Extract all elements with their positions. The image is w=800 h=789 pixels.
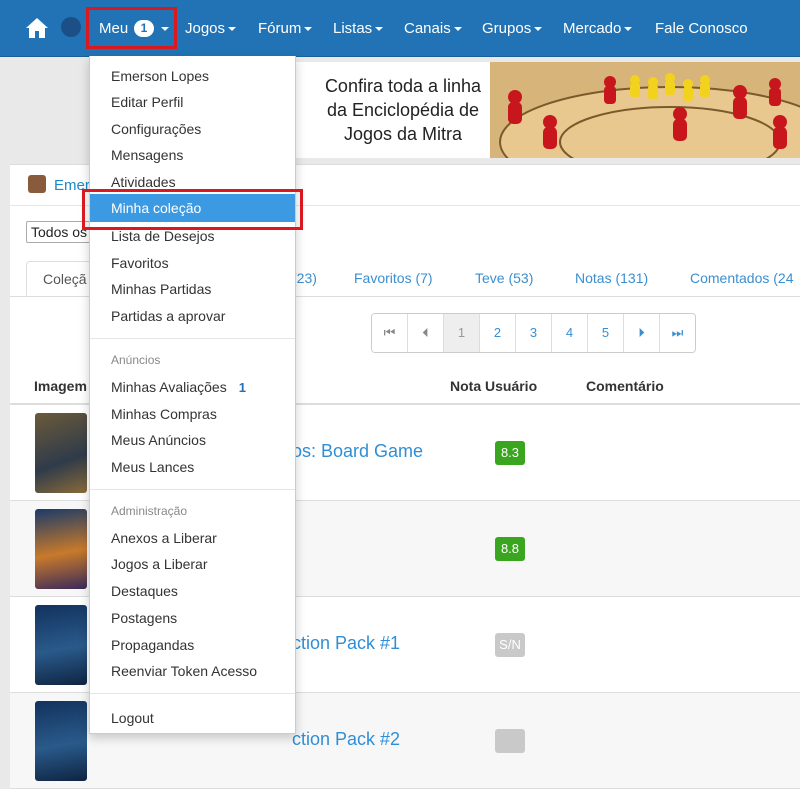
menu-item-logout[interactable]: Logout bbox=[111, 710, 154, 726]
nav-menu-meu[interactable]: Meu 1 bbox=[86, 7, 177, 49]
avatar bbox=[28, 175, 46, 193]
tab-teve[interactable]: Teve (53) bbox=[475, 261, 533, 296]
tab-favoritos[interactable]: Favoritos (7) bbox=[354, 261, 433, 296]
count-badge: 1 bbox=[238, 380, 246, 395]
globe-icon[interactable] bbox=[61, 17, 81, 37]
menu-item-reenviar-token[interactable]: Reenviar Token Acesso bbox=[111, 663, 257, 679]
column-header-comment[interactable]: Comentário bbox=[586, 378, 664, 394]
menu-item-editar-perfil[interactable]: Editar Perfil bbox=[111, 94, 183, 110]
game-thumbnail[interactable] bbox=[35, 509, 87, 589]
menu-item-favoritos[interactable]: Favoritos bbox=[111, 255, 169, 271]
menu-item-anexos-liberar[interactable]: Anexos a Liberar bbox=[111, 530, 217, 546]
menu-item-minhas-partidas[interactable]: Minhas Partidas bbox=[111, 281, 211, 297]
page-3[interactable]: 3 bbox=[516, 314, 552, 352]
tab-comentados[interactable]: Comentados (24 bbox=[690, 261, 794, 296]
banner-line-2: da Enciclopédia de bbox=[326, 100, 480, 120]
menu-divider bbox=[90, 693, 295, 694]
nav-forum-label: Fórum bbox=[258, 20, 302, 37]
prev-page-icon[interactable]: ⏴ bbox=[408, 314, 444, 352]
nav-menu-mercado[interactable]: Mercado bbox=[563, 0, 633, 56]
caret-down-icon bbox=[228, 27, 237, 32]
nav-canais-label: Canais bbox=[404, 20, 451, 37]
banner-text: Confira toda a linha da Enciclopédia de … bbox=[313, 74, 493, 146]
game-title-link[interactable]: ction Pack #1 bbox=[292, 633, 400, 654]
game-title-link[interactable]: os: Board Game bbox=[292, 441, 423, 462]
game-thumbnail[interactable] bbox=[35, 605, 87, 685]
menu-item-user-name[interactable]: Emerson Lopes bbox=[111, 68, 209, 84]
menu-item-destaques[interactable]: Destaques bbox=[111, 583, 178, 599]
nav-fale-label: Fale Conosco bbox=[655, 20, 748, 37]
game-thumbnail[interactable] bbox=[35, 413, 87, 493]
first-page-icon[interactable]: ⏮ bbox=[372, 314, 408, 352]
rating-badge: 8.8 bbox=[495, 537, 525, 561]
page-1[interactable]: 1 bbox=[444, 314, 480, 352]
nav-link-fale-conosco[interactable]: Fale Conosco bbox=[655, 0, 748, 56]
menu-item-meus-anuncios[interactable]: Meus Anúncios bbox=[111, 432, 206, 448]
board-game-image bbox=[490, 62, 800, 158]
menu-item-mensagens[interactable]: Mensagens bbox=[111, 147, 183, 163]
menu-item-atividades[interactable]: Atividades bbox=[111, 174, 176, 190]
caret-down-icon bbox=[534, 27, 543, 32]
nav-meu-label: Meu bbox=[99, 20, 129, 37]
rating-badge: S/N bbox=[495, 633, 525, 657]
menu-item-meus-lances[interactable]: Meus Lances bbox=[111, 459, 194, 475]
home-icon[interactable] bbox=[24, 15, 50, 41]
menu-item-propagandas[interactable]: Propagandas bbox=[111, 637, 194, 653]
menu-item-minhas-compras[interactable]: Minhas Compras bbox=[111, 406, 217, 422]
game-title-link[interactable]: ction Pack #2 bbox=[292, 729, 400, 750]
nav-grupos-label: Grupos bbox=[482, 20, 532, 37]
menu-divider bbox=[90, 338, 295, 339]
page-2[interactable]: 2 bbox=[480, 314, 516, 352]
nav-menu-canais[interactable]: Canais bbox=[404, 0, 462, 56]
menu-item-jogos-liberar[interactable]: Jogos a Liberar bbox=[111, 556, 208, 572]
next-page-icon[interactable]: ⏵ bbox=[624, 314, 660, 352]
banner-line-1: Confira toda a linha bbox=[324, 76, 482, 96]
nav-menu-grupos[interactable]: Grupos bbox=[482, 0, 543, 56]
last-page-icon[interactable]: ⏭ bbox=[660, 314, 695, 352]
caret-down-icon bbox=[304, 27, 313, 32]
pagination: ⏮ ⏴ 1 2 3 4 5 ⏵ ⏭ bbox=[371, 313, 696, 353]
ad-banner[interactable]: Confira toda a linha da Enciclopédia de … bbox=[293, 62, 800, 158]
menu-header-anuncios: Anúncios bbox=[111, 353, 161, 367]
nav-jogos-label: Jogos bbox=[185, 20, 226, 37]
column-header-image: Imagem bbox=[34, 378, 87, 394]
menu-item-partidas-aprovar[interactable]: Partidas a aprovar bbox=[111, 308, 225, 324]
page-4[interactable]: 4 bbox=[552, 314, 588, 352]
menu-item-label: Minhas Avaliações bbox=[111, 379, 227, 395]
menu-item-configuracoes[interactable]: Configurações bbox=[111, 121, 201, 137]
notification-badge: 1 bbox=[134, 20, 154, 37]
nav-listas-label: Listas bbox=[333, 20, 373, 37]
menu-item-minhas-avaliacoes[interactable]: Minhas Avaliações 1 bbox=[111, 379, 246, 395]
nav-menu-jogos[interactable]: Jogos bbox=[185, 0, 237, 56]
rating-badge: 8.3 bbox=[495, 441, 525, 465]
menu-item-postagens[interactable]: Postagens bbox=[111, 610, 177, 626]
game-thumbnail[interactable] bbox=[35, 701, 87, 781]
caret-down-icon bbox=[453, 27, 462, 32]
nav-menu-listas[interactable]: Listas bbox=[333, 0, 384, 56]
top-navbar: Meu 1 Jogos Fórum Listas Canais Grupos M… bbox=[0, 0, 800, 57]
menu-divider bbox=[90, 489, 295, 490]
menu-item-lista-desejos[interactable]: Lista de Desejos bbox=[111, 228, 215, 244]
highlight-annotation bbox=[82, 189, 303, 230]
profile-header[interactable]: Emer bbox=[28, 175, 90, 194]
caret-down-icon bbox=[375, 27, 384, 32]
nav-menu-forum[interactable]: Fórum bbox=[258, 0, 313, 56]
caret-down-icon bbox=[161, 27, 169, 31]
page-5[interactable]: 5 bbox=[588, 314, 624, 352]
caret-down-icon bbox=[624, 27, 633, 32]
banner-line-3: Jogos da Mitra bbox=[343, 124, 463, 144]
meu-dropdown-menu: Emerson Lopes Editar Perfil Configuraçõe… bbox=[89, 56, 296, 734]
tab-notas[interactable]: Notas (131) bbox=[575, 261, 648, 296]
column-header-rating[interactable]: Nota Usuário bbox=[450, 378, 537, 394]
nav-mercado-label: Mercado bbox=[563, 20, 622, 37]
menu-header-administracao: Administração bbox=[111, 504, 188, 518]
